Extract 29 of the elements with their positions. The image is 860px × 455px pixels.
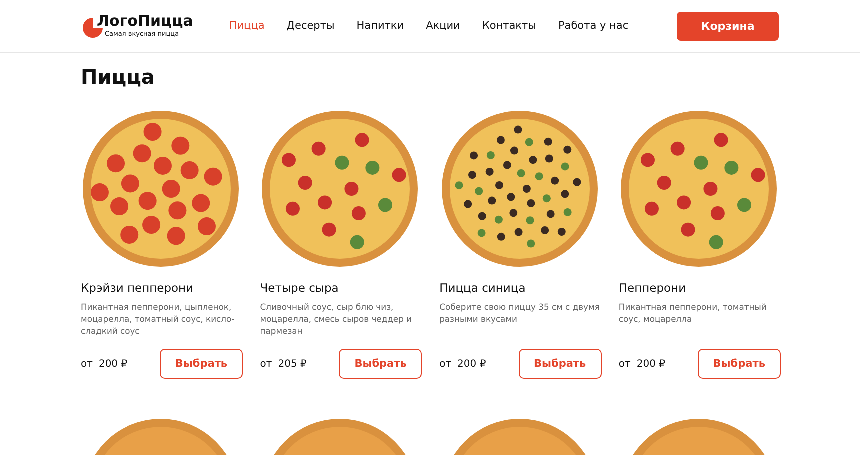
select-button[interactable]: Выбрать bbox=[698, 349, 781, 379]
product-description: Пикантная пепперони, томатный соус, моцарелла bbox=[618, 301, 768, 326]
product-description: Сливочный соус, сыр блю чиз, моцарелла, смесь сыров чеддер и пармезан bbox=[260, 301, 413, 337]
section-title: Пицца bbox=[81, 65, 156, 89]
product-name: Пицца синица bbox=[440, 281, 527, 295]
nav-link[interactable]: Акции bbox=[426, 20, 460, 32]
nav-link[interactable]: Десерты bbox=[286, 20, 335, 32]
nav-link[interactable]: Пицца bbox=[229, 20, 265, 32]
price-prefix: от bbox=[260, 358, 272, 370]
price-prefix: от bbox=[81, 358, 93, 370]
price: 200 ₽ bbox=[458, 358, 486, 370]
select-button[interactable]: Выбрать bbox=[518, 349, 602, 379]
price-prefix: от bbox=[440, 358, 452, 370]
product-name: Пепперони bbox=[618, 281, 688, 295]
nav-link[interactable]: Напитки bbox=[356, 20, 404, 32]
product-description: Пикантная пепперони, цыпленок, моцарелла, томатный соус, кисло-сладкий соус bbox=[81, 301, 236, 337]
nav-link[interactable]: Контакты bbox=[482, 20, 536, 32]
product-description: Соберите свою пиццу 35 см с двумя разными вкусами bbox=[440, 301, 601, 326]
price: 205 ₽ bbox=[278, 358, 307, 370]
select-button[interactable]: Выбрать bbox=[160, 349, 243, 379]
price: 200 ₽ bbox=[636, 358, 666, 370]
price-prefix: от bbox=[618, 358, 631, 370]
select-button[interactable]: Выбрать bbox=[339, 349, 422, 379]
logo-name: ЛогоПицца bbox=[97, 12, 194, 30]
cart-button[interactable]: Корзина bbox=[677, 12, 779, 40]
product-name: Крэйзи пепперони bbox=[81, 281, 195, 295]
product-name: Четыре сыра bbox=[260, 281, 340, 295]
price: 200 ₽ bbox=[98, 358, 128, 370]
nav-link[interactable]: Работа у нас bbox=[558, 20, 629, 32]
